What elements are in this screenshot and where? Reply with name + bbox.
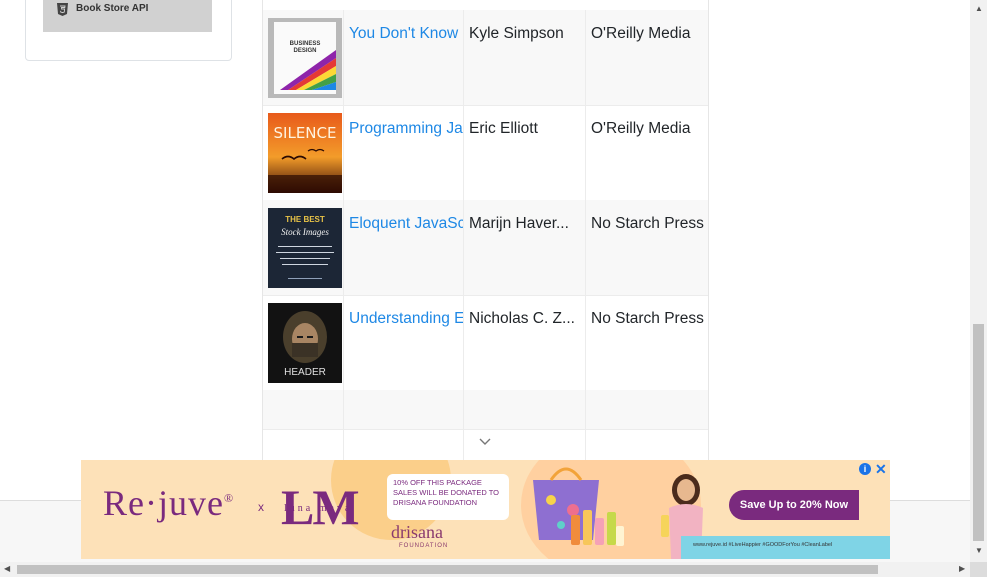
scroll-down-arrow-icon[interactable]: ▼ [975, 546, 983, 555]
scrollbar-corner [970, 562, 987, 577]
vertical-scrollbar-thumb[interactable] [973, 324, 984, 541]
ad-partner-name: luna maya [284, 503, 353, 514]
scroll-right-arrow-icon[interactable]: ▶ [959, 564, 965, 573]
sidebar-item-label: Book Store API [76, 3, 149, 14]
book-cover: THE BEST Stock Images [268, 208, 342, 288]
book-author: Kyle Simpson [469, 25, 564, 42]
horizontal-scrollbar-thumb[interactable] [17, 565, 878, 574]
empty-cell [463, 390, 586, 429]
book-publisher: O'Reilly Media [591, 120, 691, 137]
cover-cell: SILENCE [263, 105, 344, 200]
publisher-cell: No Starch Press [585, 200, 708, 295]
ad-banner[interactable]: Re·juve® x LM luna maya 10% OFF THIS PAC… [81, 460, 890, 559]
author-cell: Marijn Haver... [463, 200, 586, 295]
table-row-empty [263, 390, 708, 430]
book-title-link[interactable]: You Don't Know [349, 25, 458, 43]
ad-brand-text: Re·juve [103, 483, 224, 523]
ad-info-icon[interactable]: i [859, 463, 871, 475]
ad-foundation-logo: drisana [391, 522, 443, 542]
author-cell: Eric Elliott [463, 105, 586, 200]
table-row [263, 0, 708, 10]
book-publisher: O'Reilly Media [591, 25, 691, 42]
book-title-link[interactable]: Programming Ja [349, 120, 463, 138]
ad-hashtags: www.rejuve.id #LiveHappier #GOODForYou #… [693, 542, 833, 548]
books-table: BUSINESS DESIGN You Don't Know Kyle Simp… [262, 0, 709, 469]
table-row: HEADER Understanding E Nicholas C. Z... … [263, 295, 708, 391]
author-cell: Kyle Simpson [463, 10, 586, 105]
table-row: BUSINESS DESIGN You Don't Know Kyle Simp… [263, 10, 708, 106]
svg-text:THE BEST: THE BEST [285, 215, 325, 224]
book-author: Marijn Haver... [469, 215, 569, 232]
html5-icon [57, 3, 68, 16]
cover-cell: BUSINESS DESIGN [263, 10, 344, 105]
ad-brand-mark: ® [223, 491, 235, 505]
empty-cell [263, 390, 344, 429]
publisher-cell: O'Reilly Media [585, 105, 708, 200]
ad-times: x [258, 500, 264, 514]
sidebar-item-book-store-api[interactable]: Book Store API [43, 0, 212, 32]
empty-cell [343, 390, 464, 429]
publisher-cell: No Starch Press [585, 295, 708, 390]
cover-cell: HEADER [263, 295, 344, 390]
book-publisher: No Starch Press [591, 310, 704, 327]
book-cover: HEADER [268, 303, 342, 383]
book-author: Eric Elliott [469, 120, 538, 137]
ad-foundation-sub: FOUNDATION [399, 543, 449, 549]
book-title-link[interactable]: Understanding E [349, 310, 463, 328]
svg-text:HEADER: HEADER [284, 367, 326, 378]
book-publisher: No Starch Press [591, 215, 704, 232]
book-author: Nicholas C. Z... [469, 310, 575, 327]
book-cover: SILENCE [268, 113, 342, 193]
book-cover: BUSINESS DESIGN [268, 18, 342, 98]
ad-close-icon[interactable]: ✕ [875, 461, 887, 478]
page: Book Store API BUSINESS DESIGN You Don't… [0, 0, 970, 562]
title-cell: Eloquent JavaSc [343, 200, 464, 295]
title-cell: You Don't Know [343, 10, 464, 105]
publisher-cell: O'Reilly Media [585, 10, 708, 105]
svg-text:DESIGN: DESIGN [293, 48, 316, 54]
table-row: SILENCE Programming Ja Eric Elliott O'Re… [263, 105, 708, 201]
scroll-up-arrow-icon[interactable]: ▲ [975, 4, 983, 13]
cover-cell: THE BEST Stock Images [263, 200, 344, 295]
svg-text:SILENCE: SILENCE [274, 124, 337, 142]
ad-cta-button[interactable]: Save Up to 20% Now [729, 490, 859, 520]
author-cell: Nicholas C. Z... [463, 295, 586, 390]
title-cell: Understanding E [343, 295, 464, 390]
table-row: THE BEST Stock Images Eloquent JavaSc Ma… [263, 200, 708, 296]
ad-promo-text: 10% OFF THIS PACKAGE SALES WILL BE DONAT… [387, 474, 509, 520]
scroll-left-arrow-icon[interactable]: ◀ [4, 564, 10, 573]
chevron-down-icon[interactable] [478, 436, 492, 446]
book-title-link[interactable]: Eloquent JavaSc [349, 215, 463, 233]
ad-brand-logo: Re·juve® [103, 482, 234, 524]
title-cell: Programming Ja [343, 105, 464, 200]
svg-text:BUSINESS: BUSINESS [290, 41, 321, 47]
svg-text:Stock Images: Stock Images [281, 227, 329, 237]
